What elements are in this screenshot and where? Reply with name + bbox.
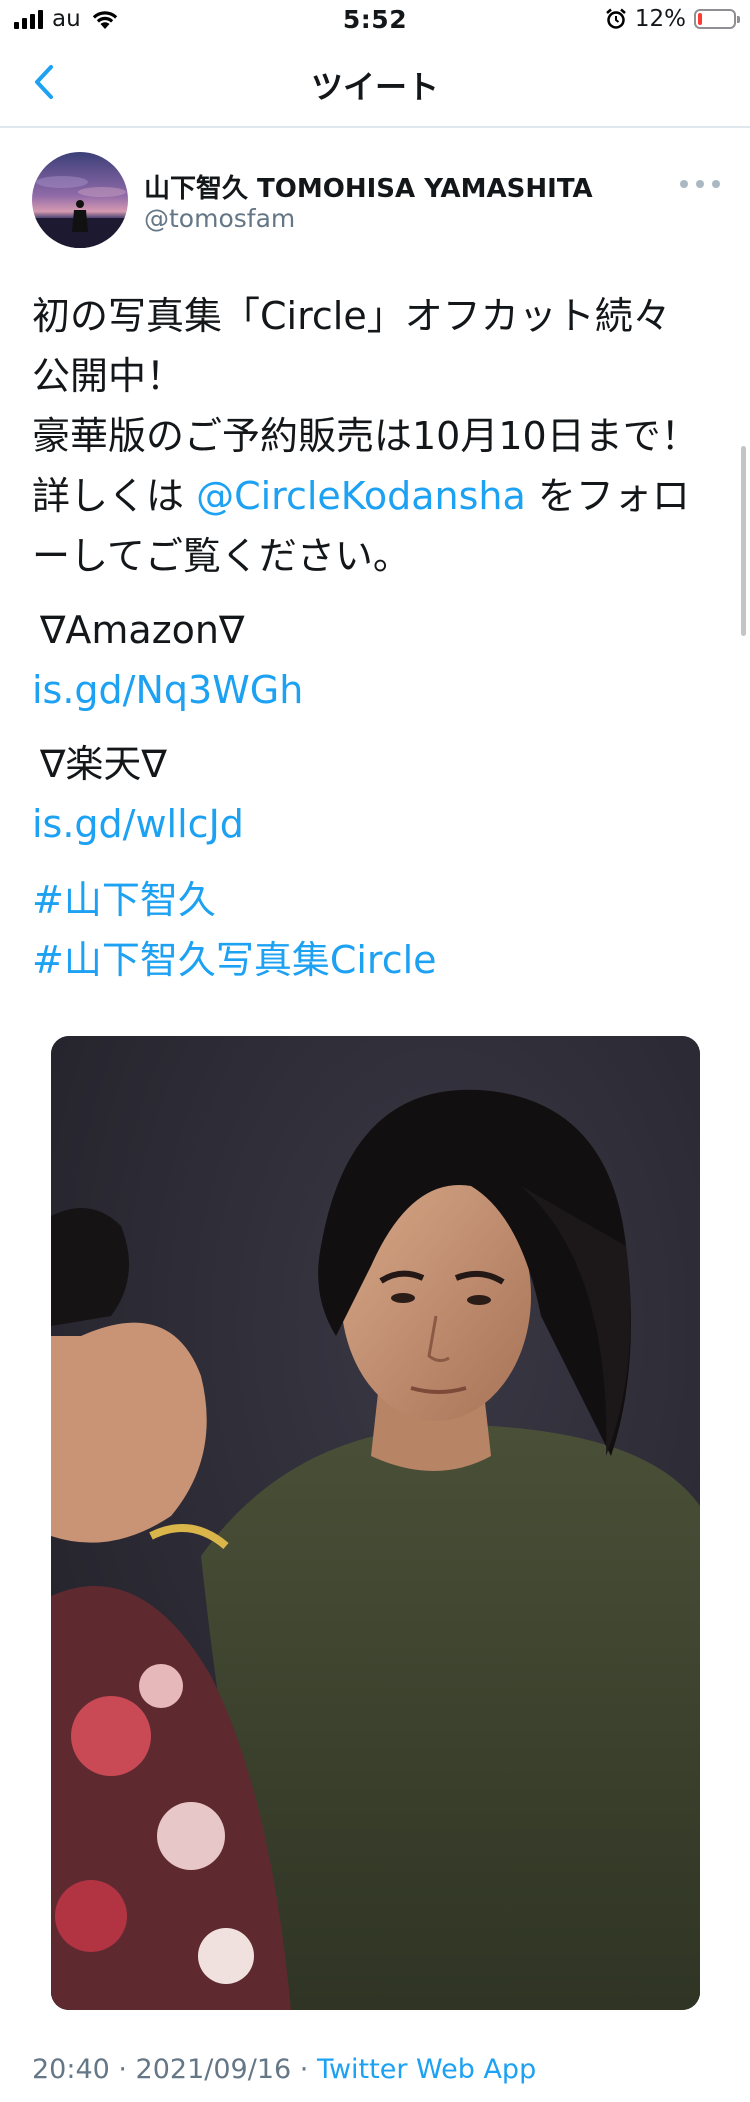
battery-percent: 12%	[634, 6, 686, 32]
rakuten-label: ∇楽天∇	[40, 742, 167, 786]
tweet-text-fragment: 詳しくは	[32, 474, 197, 518]
alarm-icon	[606, 8, 626, 29]
tweet-photo[interactable]	[51, 1036, 700, 2010]
client-link[interactable]: Twitter Web App	[317, 2054, 536, 2085]
tweet-text-fragment: をフォロ	[525, 474, 690, 518]
tweet-text-line: 豪華版のご予約販売は10月10日まで！	[32, 414, 699, 458]
ellipsis-icon	[680, 180, 720, 188]
tweet-text-line: 初の写真集「Circle」オフカット続々	[32, 294, 671, 338]
hashtag-link[interactable]: #山下智久写真集Circle	[32, 930, 692, 990]
navigation-bar: ツイート	[0, 40, 750, 128]
amazon-link[interactable]: is.gd/Nq3WGh	[32, 660, 692, 720]
amazon-label: ∇Amazon∇	[40, 608, 245, 652]
photo-image	[51, 1036, 700, 2010]
tweet-text-line: 詳しくは @CircleKodansha をフォロ	[32, 466, 692, 526]
page-title: ツイート	[310, 68, 439, 106]
author-name[interactable]: 山下智久 TOMOHISA YAMASHITA	[144, 168, 593, 205]
scrollbar[interactable]	[741, 446, 746, 636]
battery-level-fill	[698, 13, 702, 25]
hashtag-link[interactable]: #山下智久	[32, 870, 692, 930]
battery-icon	[694, 9, 740, 29]
avatar[interactable]	[32, 152, 128, 248]
author-handle[interactable]: @tomosfam	[144, 204, 295, 233]
tweet-timestamp: 20:40 · 2021/09/16 ·	[32, 2054, 317, 2085]
tweet-text-line: ーしてご覧ください。	[32, 534, 411, 578]
status-right: 12%	[605, 6, 740, 32]
more-options-button[interactable]	[680, 172, 720, 196]
avatar-image	[32, 152, 128, 248]
status-bar: au 5:52 12%	[0, 0, 750, 40]
tweet-text: 初の写真集「Circle」オフカット続々 公開中！ 豪華版のご予約販売は10月1…	[32, 286, 699, 990]
tweet-text-line: 公開中！	[32, 354, 185, 398]
mention-link[interactable]: @CircleKodansha	[196, 474, 526, 518]
rakuten-link[interactable]: is.gd/wllcJd	[32, 794, 692, 854]
tweet-timestamp-row: 20:40 · 2021/09/16 · Twitter Web App	[32, 2054, 536, 2085]
